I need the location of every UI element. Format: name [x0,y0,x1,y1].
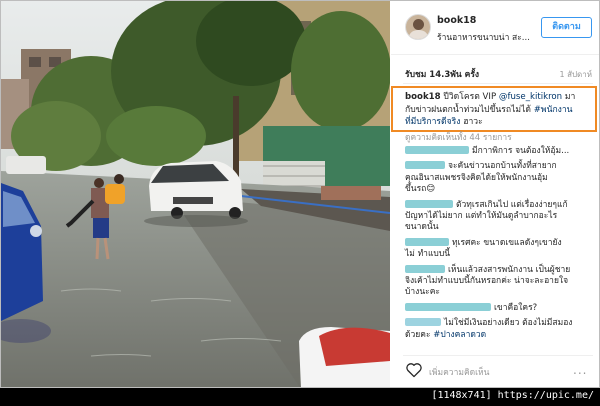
comment-item: มีกาาพิการ จนต้องให้อุ้ม... [405,146,595,157]
post-photo[interactable] [1,1,390,387]
view-all-comments-link[interactable]: ดูความคิดเห็นทั้ง 44 รายการ [405,130,512,144]
caption-hashtag-cont[interactable]: ที่มีบริการดีจริง [405,117,460,127]
redacted-username[interactable] [405,318,441,327]
post-timestamp[interactable]: 1 สัปดาห์ [559,68,592,81]
follow-button[interactable]: ติดตาม [541,17,592,38]
caption-text-1: ปีวิดโครต VIP [440,92,499,102]
view-count: รับชม 14.3พัน ครั้ง [405,70,480,80]
comment-item: ไม่ใช่มีเงินอย่างเดียว ต้องไม่มีสมอง ด้ว… [405,318,573,340]
redacted-username[interactable] [405,302,491,311]
redacted-username[interactable] [405,237,449,246]
comment-item: ตัวทุเรสเกินไป แต่เรื่องง่ายๆแก้ ปัญหาได… [405,199,568,233]
more-options-icon[interactable]: ... [573,363,587,377]
redacted-username[interactable] [405,146,469,154]
comment-hashtag[interactable]: #ปางคลาดวด [433,330,486,340]
post-header: book18 ร้านอาหารขนาบน่า สะ... ติดตาม [391,1,599,55]
caption-text-2: กับข่าวฝนตกน้ำท่วมไปขึ้นรถไม่ได้ [405,104,534,115]
heart-icon[interactable] [405,362,423,378]
comment-list: มีกาาพิการ จนต้องให้อุ้ม... จะคันข่าวนอก… [405,146,595,345]
post-caption: book18 ปีวิดโครต VIP @fuse_kitikron มา ก… [391,86,597,132]
caption-text-3: ฮาวะ [460,117,483,127]
comment-item: ทุเรศคะ ขนาดเขแลดังๆเขายัง ไม่ ทำแบบนี้ [405,237,562,260]
caption-text-1b: มา [562,92,576,102]
divider [403,355,593,356]
instagram-post-window: book18 ร้านอาหารขนาบน่า สะ... ติดตาม รับ… [0,0,600,388]
comment-item: จะคันข่าวนอกบ้านทั้งที่สายาก คุณอินาสแพช… [405,161,557,195]
image-host-footer: [1148x741] https://upic.me/ [0,388,600,406]
divider [403,83,593,84]
caption-hashtag[interactable]: #พนักงาน [534,105,573,115]
caption-mention[interactable]: @fuse_kitikron [499,92,562,102]
username[interactable]: book18 [437,15,476,26]
flooded-street-scene-image [1,1,390,387]
redacted-username[interactable] [405,161,445,170]
location-label[interactable]: ร้านอาหารขนาบน่า สะ... [437,30,530,44]
redacted-username[interactable] [405,199,453,208]
footer-text[interactable]: [1148x741] https://upic.me/ [431,390,594,401]
redacted-username[interactable] [405,264,445,273]
comment-item: เห็นแล้วสงสารพนักงาน เป็นผู้ชาย จิงเค้าไ… [405,264,571,298]
caption-username[interactable]: book18 [405,92,441,102]
post-sidebar: book18 ร้านอาหารขนาบน่า สะ... ติดตาม รับ… [391,1,599,387]
comment-item: เขาคือใคร? [405,302,595,314]
add-comment-input[interactable]: เพิ่มความคิดเห็น [429,365,489,379]
avatar[interactable] [405,14,431,40]
